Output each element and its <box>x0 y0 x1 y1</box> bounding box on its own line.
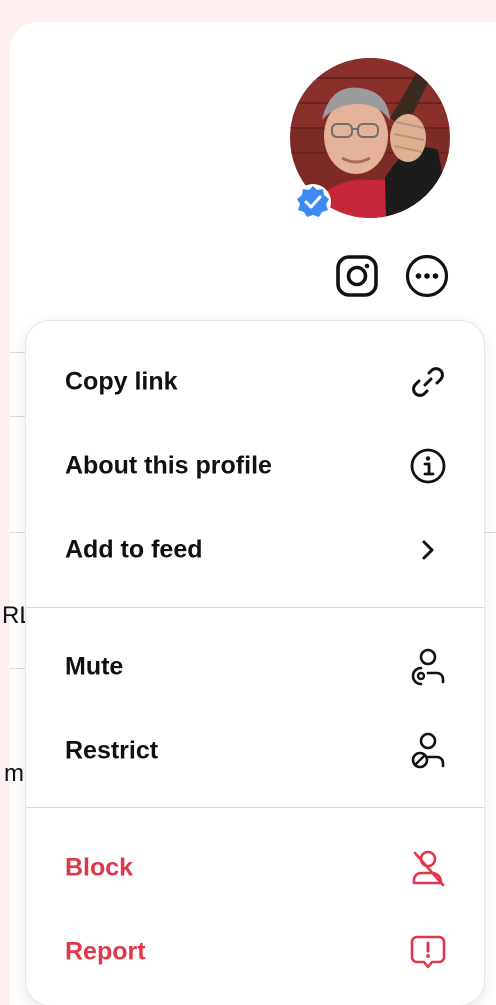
menu-item-label: Copy link <box>65 367 178 396</box>
menu-item-label: Report <box>65 937 146 966</box>
profile-options-menu: Copy link About this profile Add to feed… <box>26 321 484 1005</box>
menu-item-about-profile[interactable]: About this profile <box>26 424 484 508</box>
menu-item-block[interactable]: Block <box>26 826 484 910</box>
menu-item-label: Block <box>65 853 134 882</box>
more-options-icon[interactable] <box>404 253 450 299</box>
mute-user-icon <box>408 647 448 687</box>
menu-item-label: Mute <box>65 652 124 681</box>
menu-item-restrict[interactable]: Restrict <box>26 709 484 793</box>
menu-item-label: Add to feed <box>65 535 203 564</box>
menu-item-report[interactable]: Report <box>26 910 484 994</box>
background-divider <box>484 532 496 533</box>
menu-divider <box>26 607 484 608</box>
menu-divider <box>26 807 484 808</box>
link-icon <box>408 362 448 402</box>
instagram-icon[interactable] <box>334 253 380 299</box>
verified-badge-icon <box>294 183 332 221</box>
menu-item-mute[interactable]: Mute <box>26 625 484 709</box>
menu-item-add-to-feed[interactable]: Add to feed <box>26 508 484 592</box>
report-icon <box>408 932 448 972</box>
page: RL m Copy link About this profile Add to… <box>0 0 496 1005</box>
block-user-icon <box>408 848 448 888</box>
menu-item-label: Restrict <box>65 736 159 765</box>
chevron-right-icon <box>408 530 448 570</box>
menu-item-label: About this profile <box>65 451 272 480</box>
menu-item-copy-link[interactable]: Copy link <box>26 340 484 424</box>
background-text-fragment: m <box>4 760 24 787</box>
restrict-user-icon <box>408 731 448 771</box>
info-icon <box>408 446 448 486</box>
